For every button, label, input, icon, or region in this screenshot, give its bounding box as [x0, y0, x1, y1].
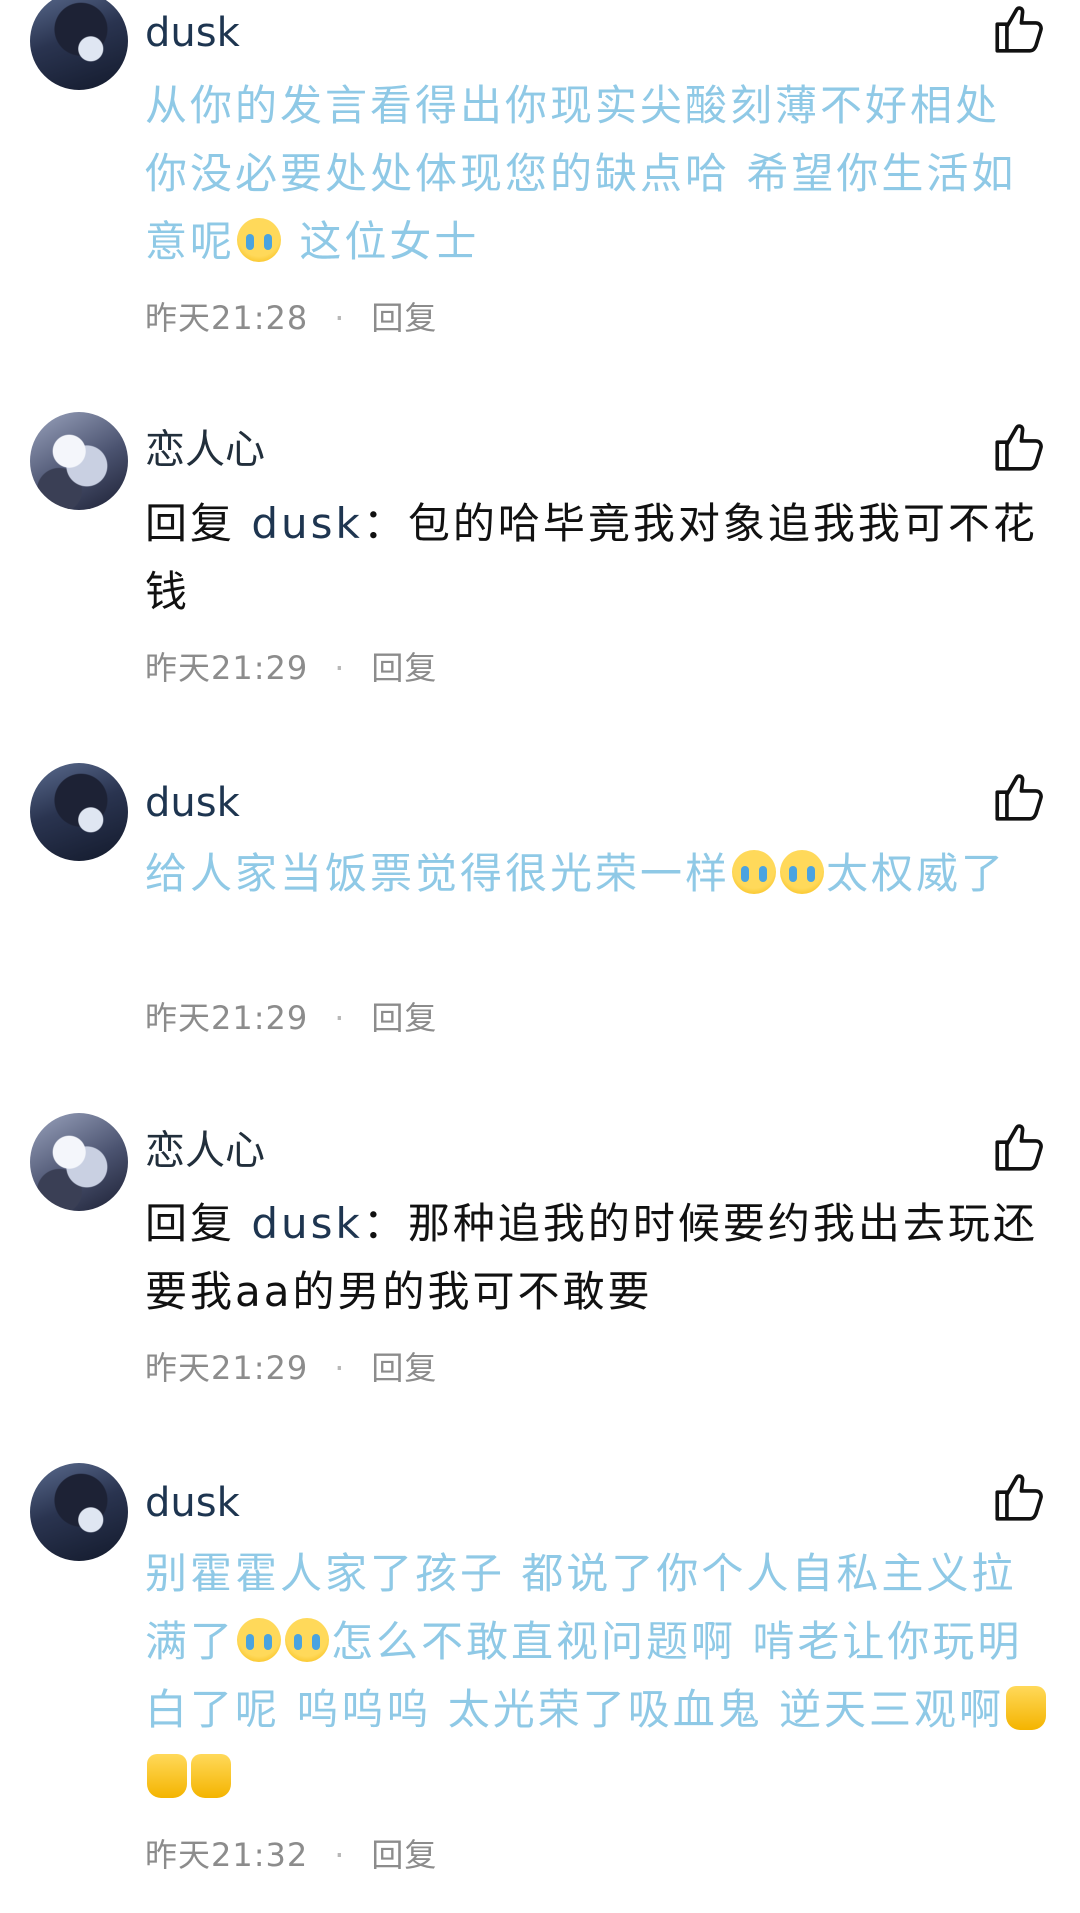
- loudly-crying-face-icon: [780, 850, 825, 894]
- username[interactable]: dusk: [145, 778, 240, 828]
- separator-dot: ·: [334, 999, 346, 1037]
- thumbs-up-icon[interactable]: [990, 768, 1048, 826]
- comment-meta: 昨天21:29 · 回复: [145, 998, 437, 1038]
- comment-text-part: 给人家当饭票觉得很光荣一样: [145, 849, 731, 898]
- loudly-crying-face-icon: [732, 850, 777, 894]
- comment-text-part: 这位女士: [283, 217, 480, 266]
- thumbs-up-icon[interactable]: [990, 0, 1048, 58]
- reply-button[interactable]: 回复: [371, 299, 437, 337]
- reply-button[interactable]: 回复: [371, 649, 437, 687]
- avatar[interactable]: [30, 412, 128, 510]
- reply-button[interactable]: 回复: [371, 999, 437, 1037]
- comment-text: 回复 dusk：那种追我的时候要约我出去玩还要我aa的男的我可不敢要: [145, 1190, 1050, 1326]
- comment-text-part: 太权威了: [826, 849, 1007, 898]
- loudly-crying-face-icon: [237, 218, 282, 262]
- reply-button[interactable]: 回复: [371, 1349, 437, 1387]
- comment-meta: 昨天21:29 · 回复: [145, 1348, 437, 1388]
- separator-dot: ·: [334, 1836, 346, 1874]
- thumbs-up-icon[interactable]: [990, 1118, 1048, 1176]
- thumbs-up-icon[interactable]: [990, 1468, 1048, 1526]
- avatar[interactable]: [30, 1463, 128, 1561]
- comment-meta: 昨天21:29 · 回复: [145, 648, 437, 688]
- username[interactable]: dusk: [145, 8, 240, 58]
- avatar[interactable]: [30, 763, 128, 861]
- thumbs-up-emoji-icon: [1006, 1686, 1047, 1730]
- comment-text: 给人家当饭票觉得很光荣一样 太权威了: [145, 840, 1050, 908]
- loudly-crying-face-icon: [285, 1618, 330, 1662]
- reply-prefix: 回复: [145, 499, 236, 548]
- avatar[interactable]: [30, 1113, 128, 1211]
- timestamp: 昨天21:28: [145, 299, 309, 337]
- separator-dot: ·: [334, 649, 346, 687]
- comment-text: 回复 dusk：包的哈毕竟我对象追我我可不花钱: [145, 490, 1050, 626]
- comment-text: 别霍霍人家了孩子 都说了你个人自私主义拉满了 怎么不敢直视问题啊 啃老让你玩明白了…: [145, 1540, 1050, 1812]
- username[interactable]: 恋人心: [145, 425, 265, 475]
- timestamp: 昨天21:29: [145, 1349, 309, 1387]
- username[interactable]: dusk: [145, 1478, 240, 1528]
- avatar[interactable]: [30, 0, 128, 90]
- timestamp: 昨天21:29: [145, 999, 309, 1037]
- comment-text: 从你的发言看得出你现实尖酸刻薄不好相处 你没必要处处体现您的缺点哈 希望你生活如…: [145, 72, 1050, 276]
- separator-dot: ·: [334, 299, 346, 337]
- reply-target-username[interactable]: dusk: [251, 499, 362, 548]
- comment-meta: 昨天21:32 · 回复: [145, 1835, 437, 1875]
- timestamp: 昨天21:32: [145, 1836, 309, 1874]
- reply-prefix: 回复: [145, 1199, 236, 1248]
- thumbs-up-icon[interactable]: [990, 418, 1048, 476]
- comment-meta: 昨天21:28 · 回复: [145, 298, 437, 338]
- username[interactable]: 恋人心: [145, 1126, 265, 1176]
- timestamp: 昨天21:29: [145, 649, 309, 687]
- loudly-crying-face-icon: [237, 1618, 282, 1662]
- reply-target-username[interactable]: dusk: [251, 1199, 362, 1248]
- separator-dot: ·: [334, 1349, 346, 1387]
- thumbs-up-emoji-icon: [147, 1754, 187, 1798]
- thumbs-up-emoji-icon: [191, 1754, 231, 1798]
- reply-button[interactable]: 回复: [371, 1836, 437, 1874]
